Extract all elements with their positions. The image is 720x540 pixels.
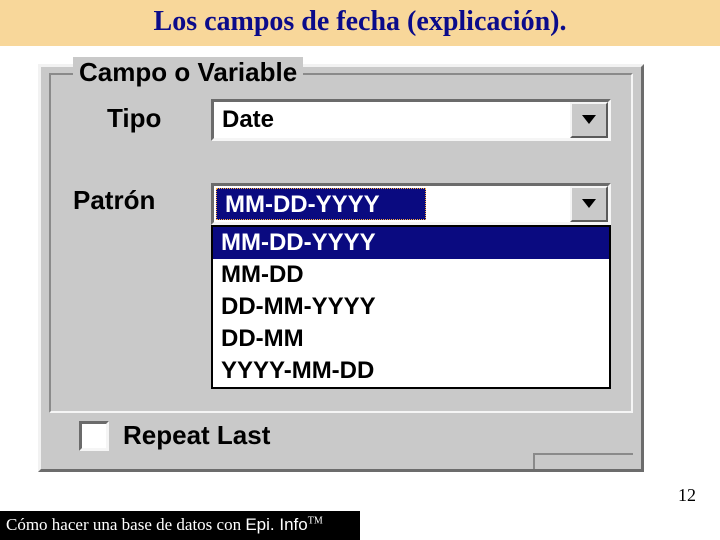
groupbox-partial [533, 453, 633, 469]
footer-product: Epi. Info [245, 515, 307, 534]
label-patron: Patrón [73, 185, 155, 216]
chevron-down-icon [582, 199, 596, 209]
checkbox-repeat-last[interactable] [79, 421, 109, 451]
footer-caption: Cómo hacer una base de datos con Epi. In… [0, 511, 360, 540]
groupbox-campo-variable: Campo o Variable Tipo Date Patrón MM-DD-… [49, 73, 633, 413]
combo-patron-drop-button[interactable] [570, 186, 608, 222]
dropdown-option[interactable]: YYYY-MM-DD [213, 355, 609, 387]
combo-patron-dropdown[interactable]: MM-DD-YYYY MM-DD DD-MM-YYYY DD-MM YYYY-M… [211, 225, 611, 389]
combo-tipo-value: Date [214, 102, 570, 138]
repeat-last-row: Repeat Last [79, 420, 270, 451]
chevron-down-icon [582, 115, 596, 125]
combo-patron-value: MM-DD-YYYY [216, 188, 426, 220]
dropdown-option[interactable]: MM-DD-YYYY [213, 227, 609, 259]
slide-title: Los campos de fecha (explicación). [0, 6, 720, 38]
slide-title-bar: Los campos de fecha (explicación). [0, 0, 720, 46]
combo-tipo[interactable]: Date [211, 99, 611, 141]
groupbox-legend: Campo o Variable [73, 57, 303, 88]
label-repeat-last: Repeat Last [123, 420, 270, 451]
dropdown-option[interactable]: MM-DD [213, 259, 609, 291]
dropdown-option[interactable]: DD-MM-YYYY [213, 291, 609, 323]
dropdown-option[interactable]: DD-MM [213, 323, 609, 355]
dialog-panel: Campo o Variable Tipo Date Patrón MM-DD-… [38, 64, 644, 472]
footer-prefix: Cómo hacer una base de datos con [6, 515, 245, 534]
combo-tipo-drop-button[interactable] [570, 102, 608, 138]
footer-tm: TM [308, 515, 323, 526]
combo-patron[interactable]: MM-DD-YYYY [211, 183, 611, 225]
label-tipo: Tipo [107, 103, 161, 134]
page-number: 12 [678, 485, 696, 506]
